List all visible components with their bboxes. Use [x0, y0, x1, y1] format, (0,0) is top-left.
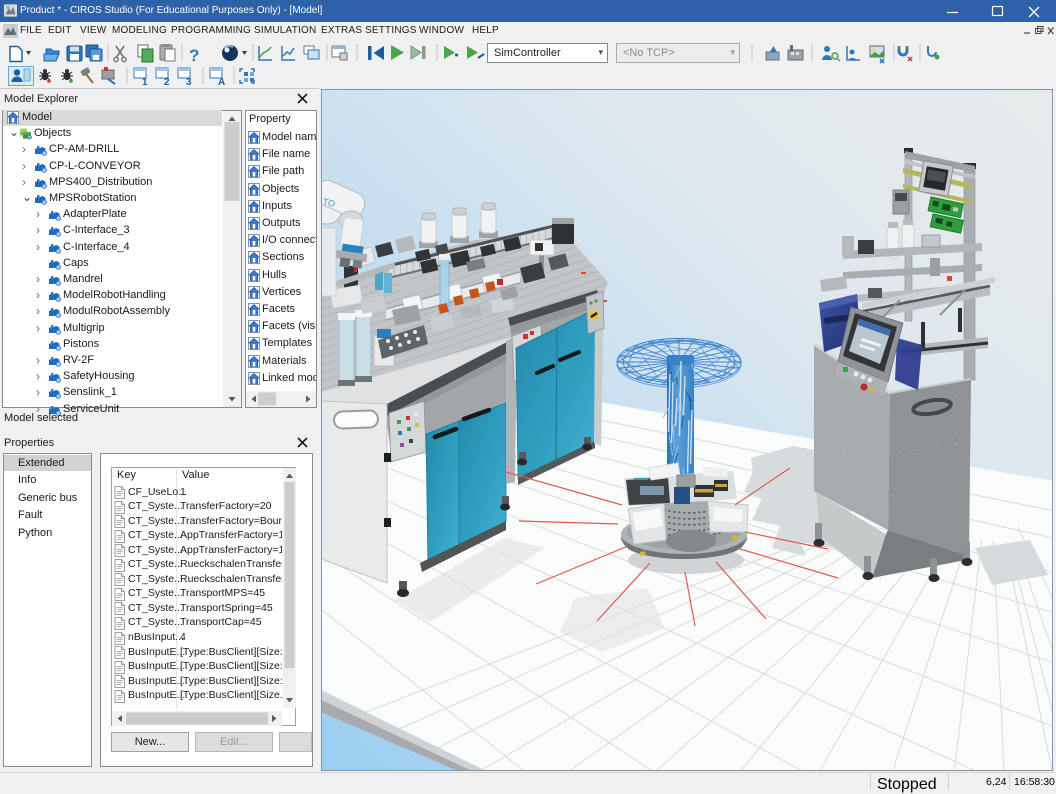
svg-text:?: ? — [189, 46, 199, 65]
svg-text:1: 1 — [142, 77, 148, 88]
svg-text:2: 2 — [164, 77, 170, 88]
svg-text:3: 3 — [186, 77, 192, 88]
svg-text:A: A — [218, 77, 225, 88]
